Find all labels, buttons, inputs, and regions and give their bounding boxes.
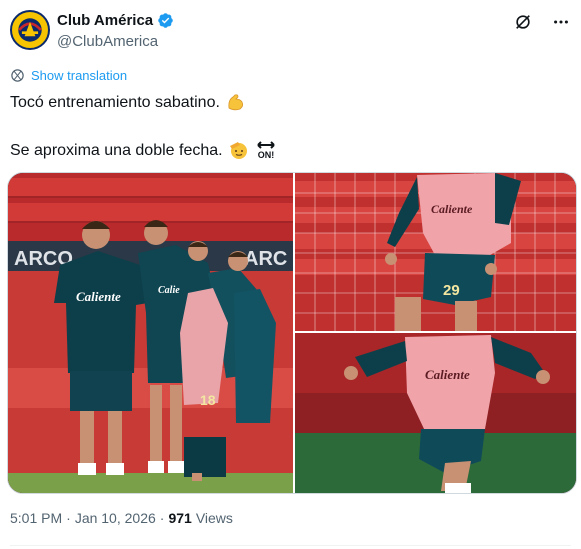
svg-text:Caliente: Caliente xyxy=(425,367,470,382)
saluting-face-emoji xyxy=(229,142,247,159)
on-arrow-emoji: ON! xyxy=(256,141,275,160)
tweet-line-2: Se aproxima una doble fecha. ON! xyxy=(10,139,570,161)
globe-icon xyxy=(11,69,24,82)
svg-text:Calie: Calie xyxy=(158,285,180,296)
meta-separator-2: · xyxy=(159,510,165,526)
svg-text:18: 18 xyxy=(200,392,216,408)
svg-text:29: 29 xyxy=(443,282,460,299)
svg-text:ON!: ON! xyxy=(257,150,274,160)
name-row: Club América xyxy=(57,12,174,29)
tweet-line-2-text: Se aproxima una doble fecha. xyxy=(10,141,223,159)
players-warmup-photo[interactable]: ARCO ARC Caliente Calie 18 xyxy=(8,173,293,493)
player-pink-bib-dribbling-photo[interactable]: Caliente xyxy=(295,333,576,493)
avatar[interactable] xyxy=(10,10,50,50)
verified-badge-icon[interactable] xyxy=(157,12,174,29)
header-actions xyxy=(513,12,571,32)
player-pink-bib-running-photo[interactable]: 29 Caliente xyxy=(295,173,576,331)
tweet-line-1-text: Tocó entrenamiento sabatino. xyxy=(10,93,220,111)
svg-text:Caliente: Caliente xyxy=(76,289,121,304)
more-dots-icon[interactable] xyxy=(551,12,571,32)
meta-separator: · xyxy=(66,510,71,526)
account-handle[interactable]: @ClubAmerica xyxy=(57,33,158,50)
show-translation-link[interactable]: Show translation xyxy=(31,68,127,83)
slash-circle-icon[interactable] xyxy=(513,12,533,32)
tweet-media-grid[interactable]: ARCO ARC Caliente Calie 18 29 Caliente C… xyxy=(7,172,577,494)
views-label: Views xyxy=(195,510,233,526)
tweet-date[interactable]: Jan 10, 2026 xyxy=(75,510,156,526)
tweet-text: Tocó entrenamiento sabatino. Se aproxima… xyxy=(10,91,570,161)
views-count[interactable]: 971 xyxy=(168,510,191,526)
display-name[interactable]: Club América xyxy=(57,12,153,29)
svg-text:ARC: ARC xyxy=(244,248,287,270)
svg-text:Caliente: Caliente xyxy=(431,202,473,216)
flexed-biceps-emoji xyxy=(228,94,243,111)
tweet-header: Club América @ClubAmerica xyxy=(10,10,571,52)
divider xyxy=(10,545,571,546)
show-translation[interactable]: Show translation xyxy=(10,68,127,83)
tweet-line-1: Tocó entrenamiento sabatino. xyxy=(10,91,570,113)
tweet-meta: 5:01 PM · Jan 10, 2026 · 971 Views xyxy=(10,510,233,526)
club-america-crest-icon xyxy=(12,12,48,48)
tweet-time[interactable]: 5:01 PM xyxy=(10,510,62,526)
